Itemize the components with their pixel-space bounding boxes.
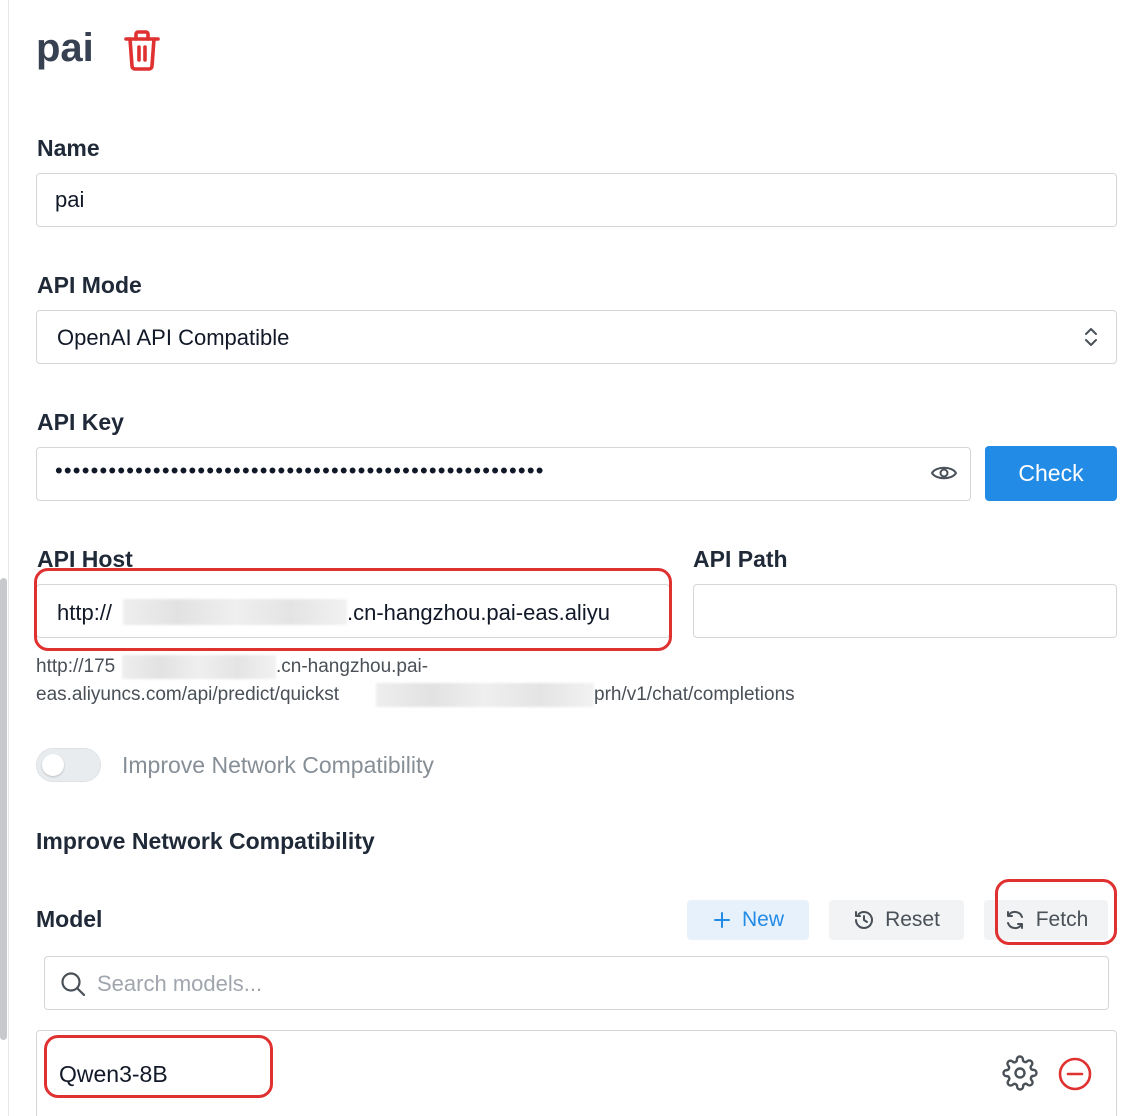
redacted-text (376, 683, 594, 707)
toggle-knob (42, 754, 64, 776)
name-label: Name (37, 135, 100, 161)
gear-icon[interactable] (1002, 1055, 1038, 1091)
model-search-input[interactable] (97, 965, 1077, 1003)
improve-network-toggle-label: Improve Network Compatibility (122, 752, 434, 778)
reset-models-button[interactable]: Reset (829, 900, 964, 940)
provider-title: pai (36, 26, 94, 70)
check-button[interactable]: Check (985, 446, 1117, 501)
reset-icon (855, 911, 874, 929)
model-search-box[interactable] (44, 956, 1109, 1010)
api-key-masked-value: ••••••••••••••••••••••••••••••••••••••••… (55, 458, 545, 483)
api-mode-label: API Mode (37, 272, 142, 298)
plus-icon (713, 912, 730, 928)
scrollbar-thumb[interactable] (0, 578, 7, 1040)
trash-icon[interactable] (122, 28, 162, 72)
new-model-button[interactable]: New (687, 900, 809, 940)
name-input[interactable] (36, 173, 1117, 227)
url-preview-line2-suffix: prh/v1/chat/completions (594, 684, 795, 705)
search-icon (61, 972, 86, 997)
api-path-label: API Path (693, 546, 788, 572)
reset-models-label: Reset (885, 908, 940, 931)
url-preview-line2-prefix: eas.aliyuncs.com/api/predict/quickst (36, 684, 340, 705)
url-preview-line1-prefix: http://175 (36, 656, 116, 677)
annotation-highlight-api-host (34, 568, 672, 651)
api-key-label: API Key (37, 409, 124, 435)
improve-network-heading: Improve Network Compatibility (36, 828, 375, 854)
api-mode-select[interactable]: OpenAI API Compatible (36, 310, 1117, 364)
eye-icon[interactable] (930, 462, 958, 484)
url-preview-line1-suffix: .cn-hangzhou.pai- (276, 656, 429, 677)
new-model-label: New (741, 908, 784, 931)
api-path-input[interactable] (693, 584, 1117, 638)
resolved-url-preview: http://175 .cn-hangzhou.pai- eas.aliyunc… (36, 653, 836, 709)
redacted-text (122, 655, 276, 679)
chevron-up-down-icon (1085, 328, 1097, 346)
panel-divider (8, 0, 9, 1116)
model-label: Model (36, 906, 103, 932)
annotation-highlight-fetch (995, 879, 1117, 945)
api-key-input[interactable]: ••••••••••••••••••••••••••••••••••••••••… (36, 447, 971, 501)
improve-network-toggle[interactable] (36, 748, 101, 782)
minus-circle-icon[interactable] (1057, 1056, 1093, 1092)
api-mode-value: OpenAI API Compatible (57, 325, 290, 350)
annotation-highlight-model (44, 1035, 273, 1098)
